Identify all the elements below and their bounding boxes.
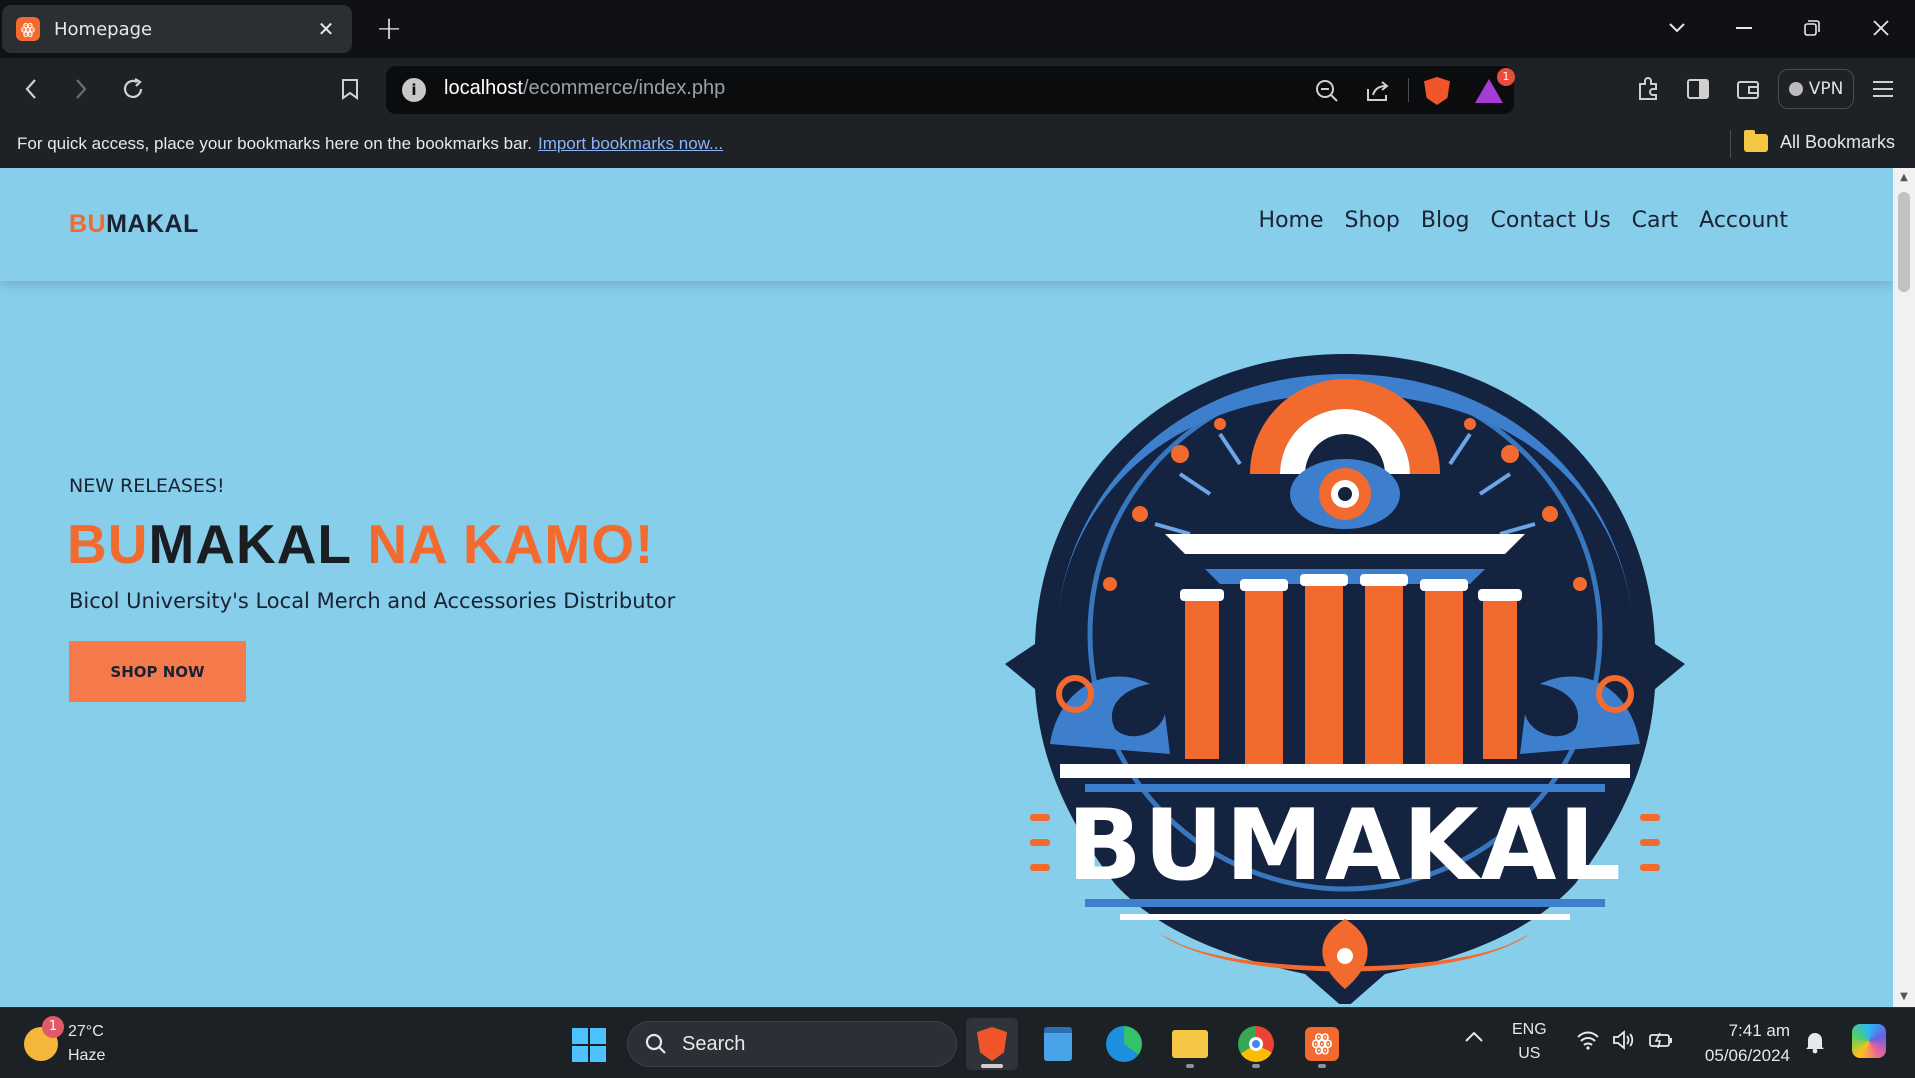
notepad-icon [1044, 1027, 1072, 1061]
url-path: /ecommerce/index.php [522, 77, 726, 99]
edge-icon [1106, 1026, 1142, 1062]
restore-button[interactable] [1787, 8, 1837, 48]
xampp-icon: ꙮ [1305, 1027, 1339, 1061]
url-host: localhost [444, 77, 523, 99]
all-bookmarks-label: All Bookmarks [1780, 132, 1896, 152]
windows-start-icon[interactable] [572, 1028, 606, 1062]
nav-account[interactable]: Account [1699, 208, 1788, 233]
share-icon[interactable] [1361, 74, 1395, 108]
nav-cart[interactable]: Cart [1632, 208, 1679, 233]
vpn-status-icon [1788, 82, 1803, 96]
shop-now-button[interactable]: SHOP NOW [69, 641, 246, 702]
vpn-button[interactable]: VPN [1778, 69, 1854, 109]
weather-text: 27°C Haze [68, 1020, 105, 1068]
page-viewport: BUMAKAL Home Shop Blog Contact Us Cart A… [0, 168, 1915, 1007]
extensions-icon[interactable] [1630, 70, 1668, 108]
wallet-icon[interactable] [1729, 70, 1767, 108]
url-divider [1408, 78, 1409, 102]
scroll-down-arrow-icon[interactable]: ▼ [1898, 991, 1910, 1003]
bumakal-emblem: BUMAKAL [1005, 354, 1685, 1004]
site-info-icon[interactable]: i [402, 78, 426, 102]
sidebar-toggle-icon[interactable] [1679, 70, 1717, 108]
page-scrollbar[interactable]: ▲ ▼ [1893, 168, 1915, 1007]
hero-title-rest: NA KAMO! [367, 513, 655, 575]
import-bookmarks-link[interactable]: Import bookmarks now... [538, 134, 723, 153]
folder-icon [1172, 1030, 1208, 1058]
menu-icon[interactable] [1864, 70, 1902, 108]
tab-title: Homepage [54, 18, 153, 40]
weather-badge: 1 [42, 1016, 64, 1038]
close-window-button[interactable] [1856, 8, 1906, 48]
tab-search-chevron-icon[interactable] [1652, 8, 1702, 48]
search-placeholder: Search [682, 1032, 746, 1055]
brave-icon [977, 1027, 1007, 1061]
taskbar-search[interactable]: Search [627, 1021, 957, 1067]
taskbar-edge[interactable] [1098, 1018, 1150, 1070]
bookmark-icon[interactable] [331, 70, 369, 108]
scroll-thumb[interactable] [1898, 192, 1910, 292]
folder-icon [1744, 129, 1768, 152]
tab-homepage[interactable]: ꙮ Homepage ✕ [2, 5, 352, 53]
rewards-badge: 1 [1497, 68, 1515, 86]
new-tab-button[interactable]: + [372, 10, 406, 48]
url-text[interactable]: localhost/ecommerce/index.php [444, 77, 725, 100]
chrome-icon [1238, 1026, 1274, 1062]
logo-bu: BU [69, 210, 107, 238]
minimize-button[interactable] [1719, 8, 1769, 48]
system-clock[interactable]: 7:41 am 05/06/2024 [1690, 1018, 1790, 1068]
battery-icon[interactable] [1648, 1030, 1674, 1055]
xampp-favicon-icon: ꙮ [16, 17, 40, 41]
site-header: BUMAKAL Home Shop Blog Contact Us Cart A… [0, 168, 1893, 281]
tab-close-icon[interactable]: ✕ [314, 17, 338, 41]
hero-title-makal: MAKAL [148, 513, 352, 575]
windows-taskbar: 27°C Haze 1 Search ꙮ ENG US 7:41 am 05/0… [0, 1007, 1915, 1078]
taskbar-xampp[interactable]: ꙮ [1296, 1018, 1348, 1070]
nav-home[interactable]: Home [1259, 208, 1324, 233]
bookmarks-bar: For quick access, place your bookmarks h… [0, 120, 1915, 168]
hero-title-bu: BU [67, 513, 149, 575]
tab-strip: ꙮ Homepage ✕ + [0, 0, 1915, 58]
vpn-label: VPN [1808, 79, 1844, 99]
nav-contact-us[interactable]: Contact Us [1491, 208, 1611, 233]
hero-eyebrow: NEW RELEASES! [69, 475, 225, 497]
clock-date: 05/06/2024 [1704, 1046, 1790, 1065]
temperature: 27°C [68, 1023, 104, 1040]
tray-overflow-icon[interactable] [1464, 1030, 1484, 1049]
clock-time: 7:41 am [1728, 1021, 1790, 1040]
forward-button[interactable] [62, 70, 100, 108]
wifi-icon[interactable] [1576, 1030, 1600, 1055]
search-icon [645, 1033, 666, 1054]
hero-title: BUMAKAL NA KAMO! [67, 512, 654, 576]
weather-condition: Haze [68, 1047, 106, 1064]
nav-blog[interactable]: Blog [1421, 208, 1470, 233]
brave-shields-icon[interactable] [1420, 74, 1454, 108]
taskbar-notepad[interactable] [1032, 1018, 1084, 1070]
weather-widget[interactable]: 27°C Haze [24, 1020, 105, 1068]
lang-top: ENG [1512, 1021, 1547, 1038]
bookmarks-hint: For quick access, place your bookmarks h… [17, 134, 723, 154]
scroll-up-arrow-icon[interactable]: ▲ [1898, 172, 1910, 184]
bookmarks-hint-text: For quick access, place your bookmarks h… [17, 134, 532, 153]
language-indicator[interactable]: ENG US [1512, 1018, 1547, 1066]
site-logo[interactable]: BUMAKAL [69, 210, 199, 239]
volume-icon[interactable] [1612, 1030, 1636, 1055]
lang-bottom: US [1518, 1045, 1541, 1062]
taskbar-file-explorer[interactable] [1164, 1018, 1216, 1070]
copilot-icon[interactable] [1852, 1024, 1886, 1058]
notification-bell-icon[interactable] [1804, 1030, 1826, 1059]
reload-button[interactable] [114, 70, 152, 108]
nav-shop[interactable]: Shop [1345, 208, 1400, 233]
all-bookmarks-button[interactable]: All Bookmarks [1744, 129, 1896, 153]
logo-makal: MAKAL [106, 210, 199, 238]
browser-toolbar: i localhost/ecommerce/index.php 1 VPN [0, 58, 1915, 120]
address-bar[interactable]: i localhost/ecommerce/index.php [386, 66, 1514, 114]
emblem-wordmark: BUMAKAL [1067, 789, 1623, 903]
taskbar-chrome[interactable] [1230, 1018, 1282, 1070]
main-nav: Home Shop Blog Contact Us Cart Account [1259, 208, 1788, 233]
hero-description: Bicol University's Local Merch and Acces… [69, 589, 676, 613]
taskbar-brave[interactable] [966, 1018, 1018, 1070]
back-button[interactable] [12, 70, 50, 108]
bookmarks-divider [1730, 130, 1731, 158]
zoom-out-icon[interactable] [1310, 74, 1344, 108]
